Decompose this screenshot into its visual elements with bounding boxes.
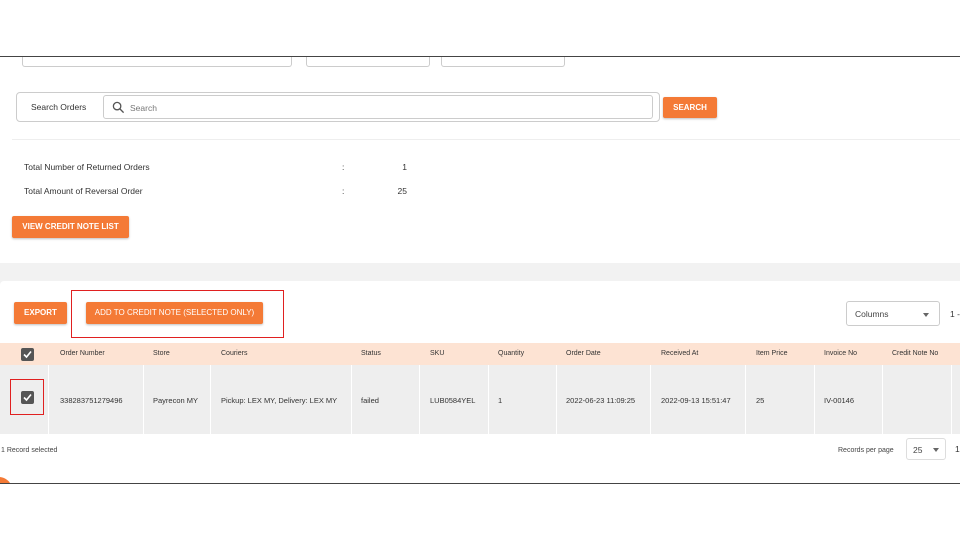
couriers-cell: Pickup: LEX MY, Delivery: LEX MY <box>221 396 338 405</box>
search-placeholder: Search <box>130 103 157 113</box>
add-to-credit-note-button[interactable]: ADD TO CREDIT NOTE (SELECTED ONLY) <box>86 302 263 324</box>
column-header[interactable]: SKU <box>430 350 444 357</box>
cell-divider <box>951 365 952 434</box>
search-button[interactable]: SEARCH <box>663 97 717 118</box>
view-credit-note-list-button[interactable]: VIEW CREDIT NOTE LIST <box>12 216 129 238</box>
column-header[interactable]: Order Date <box>566 350 601 357</box>
filter-field-1[interactable] <box>22 57 292 67</box>
column-header[interactable]: Store <box>153 350 170 357</box>
column-header[interactable]: Quantity <box>498 350 524 357</box>
page-number: 1 <box>955 444 960 454</box>
cell-divider <box>419 365 420 434</box>
column-header[interactable]: Couriers <box>221 350 247 357</box>
order-date-cell: 2022-06-23 11:09:25 <box>566 396 636 405</box>
search-icon <box>112 101 125 114</box>
column-header[interactable]: Received At <box>661 350 698 357</box>
column-header[interactable]: Invoice No <box>824 350 857 357</box>
column-header[interactable]: Order Number <box>60 350 105 357</box>
quantity-cell: 1 <box>498 396 503 405</box>
cell-divider <box>556 365 557 434</box>
select-all-checkbox[interactable] <box>21 348 34 361</box>
cell-divider <box>143 365 144 434</box>
records-per-page-dropdown[interactable]: 25 <box>906 438 946 460</box>
filter-summary-card: Search Orders Search SEARCH Total Number… <box>0 57 960 263</box>
returned-orders-colon: : <box>342 162 345 172</box>
filter-field-2[interactable] <box>306 57 430 67</box>
invoice-no-cell: IV-00146 <box>824 396 855 405</box>
reversal-amount-label: Total Amount of Reversal Order <box>24 186 143 196</box>
columns-label: Columns <box>855 309 889 319</box>
reversal-amount-value: 25 <box>397 186 407 196</box>
orders-table-card: EXPORT ADD TO CREDIT NOTE (SELECTED ONLY… <box>0 281 960 483</box>
cell-divider <box>882 365 883 434</box>
filter-field-3[interactable] <box>441 57 565 67</box>
search-orders-box: Search Orders Search <box>16 92 660 122</box>
check-icon <box>23 350 32 359</box>
cell-divider <box>351 365 352 434</box>
cell-divider <box>650 365 651 434</box>
records-per-page-value: 25 <box>913 445 923 455</box>
returned-orders-label: Total Number of Returned Orders <box>24 162 150 172</box>
floating-action-button[interactable] <box>0 477 12 483</box>
returned-orders-screen: Search Orders Search SEARCH Total Number… <box>0 56 960 484</box>
chevron-down-icon <box>923 313 929 317</box>
column-header[interactable]: Item Price <box>756 350 788 357</box>
selected-count: 1 Record selected <box>1 447 58 454</box>
reversal-amount-colon: : <box>342 186 345 196</box>
column-header[interactable]: Credit Note No <box>892 350 938 357</box>
item-price-cell: 25 <box>756 396 765 405</box>
export-button[interactable]: EXPORT <box>14 302 67 324</box>
column-header[interactable]: Status <box>361 350 381 357</box>
status-cell: failed <box>361 396 379 405</box>
columns-dropdown[interactable]: Columns <box>846 301 940 326</box>
cell-divider <box>48 365 49 434</box>
cell-divider <box>488 365 489 434</box>
check-icon <box>23 393 32 402</box>
search-orders-label: Search Orders <box>31 102 87 112</box>
store-cell: Payrecon MY <box>153 396 199 405</box>
cell-divider <box>210 365 211 434</box>
pagination-range: 1 - <box>950 309 960 319</box>
search-input[interactable]: Search <box>103 95 653 119</box>
chevron-down-icon <box>933 448 939 452</box>
received-at-cell: 2022-09-13 15:51:47 <box>661 396 731 405</box>
returned-orders-value: 1 <box>402 162 407 172</box>
cell-divider <box>814 365 815 434</box>
row-checkbox[interactable] <box>21 391 34 404</box>
order-number-cell: 338283751279496 <box>60 396 123 405</box>
table-header: Order Number Store Couriers Status SKU Q… <box>0 343 960 365</box>
sku-cell: LUB0584YEL <box>430 396 476 405</box>
cell-divider <box>745 365 746 434</box>
table-row[interactable]: 338283751279496 Payrecon MY Pickup: LEX … <box>0 365 960 434</box>
divider <box>12 139 960 140</box>
records-per-page-label: Records per page <box>838 447 894 454</box>
